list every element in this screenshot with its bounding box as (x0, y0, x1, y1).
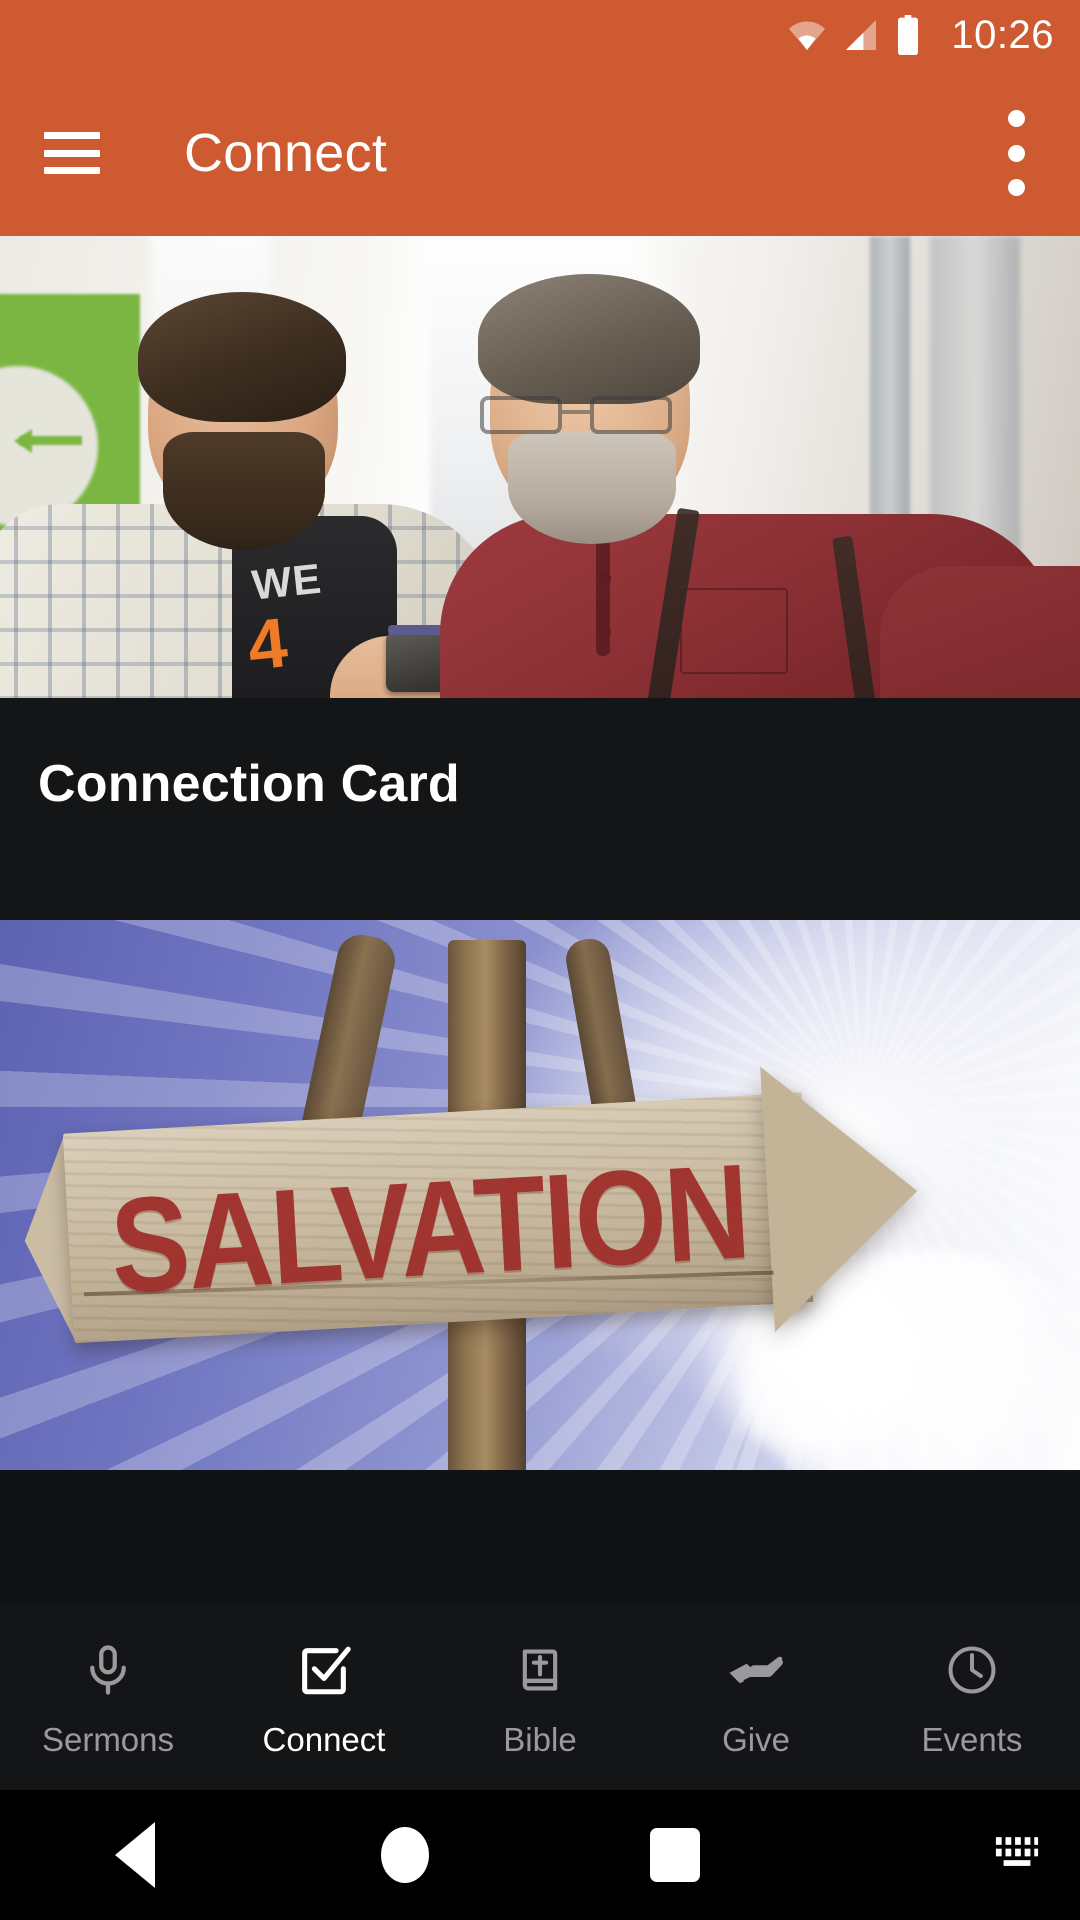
status-icon-group: 10:26 (787, 15, 1054, 55)
man-left-beard (163, 432, 325, 550)
sign-arrow-tip (760, 1058, 925, 1333)
tab-label-events: Events (921, 1720, 1023, 1758)
connection-card-image[interactable]: FIRST STEP WE 4 (0, 236, 1080, 698)
tab-sermons[interactable]: Sermons (0, 1604, 216, 1790)
tab-connect[interactable]: Connect (216, 1604, 432, 1790)
app-bar: Connect (0, 70, 1080, 236)
man-right-glasses (474, 396, 684, 436)
cellular-signal-icon (846, 20, 877, 50)
status-bar-clock: 10:26 (951, 13, 1054, 57)
tab-give[interactable]: Give (648, 1604, 864, 1790)
salvation-card-image[interactable]: SALVATION (0, 920, 1080, 1470)
connection-card-title: Connection Card (38, 755, 460, 813)
recents-square-icon[interactable] (540, 1828, 810, 1882)
status-bar: 10:26 (0, 0, 1080, 70)
tab-label-sermons: Sermons (41, 1720, 175, 1758)
keyboard-icon[interactable] (994, 1835, 1040, 1876)
wifi-icon (789, 21, 826, 50)
content-scroll-area[interactable]: FIRST STEP WE 4 Connection Car (0, 236, 1080, 1604)
man-left-tshirt-text: WE (249, 554, 324, 609)
tab-label-bible: Bible (503, 1720, 577, 1758)
page-title: Connect (184, 123, 388, 183)
man-left-tshirt-number: 4 (244, 603, 291, 685)
home-circle-icon[interactable] (270, 1827, 540, 1883)
app-screen: 10:26 Connect FIRST STEP WE (0, 0, 1080, 1920)
bible-book-icon (514, 1639, 566, 1701)
man-right-arm (880, 566, 1080, 698)
tab-label-connect: Connect (262, 1720, 386, 1758)
microphone-icon (81, 1639, 135, 1701)
giving-hand-icon (727, 1639, 785, 1701)
first-step-sign-arrowhead (14, 429, 32, 453)
tab-events[interactable]: Events (864, 1604, 1080, 1790)
man-right-polo-button-top (598, 572, 611, 585)
tab-bible[interactable]: Bible (432, 1604, 648, 1790)
back-triangle-icon[interactable] (0, 1822, 270, 1888)
more-vertical-icon[interactable] (990, 110, 1042, 196)
man-right-beard (508, 432, 676, 544)
man-left-hair (138, 292, 346, 422)
man-right-hair (478, 274, 700, 404)
connection-card-title-bar[interactable]: Connection Card (0, 698, 1080, 920)
man-right-polo-button-bottom (598, 626, 611, 639)
clock-icon (944, 1639, 1000, 1701)
hamburger-menu-icon[interactable] (44, 132, 100, 174)
man-right-polo-pocket (680, 588, 788, 674)
android-navigation-bar (0, 1790, 1080, 1920)
bottom-tab-bar: Sermons Connect Bible Give Events (0, 1604, 1080, 1790)
battery-icon (898, 15, 919, 55)
tab-label-give: Give (722, 1720, 790, 1758)
checkbox-check-icon (295, 1639, 353, 1701)
